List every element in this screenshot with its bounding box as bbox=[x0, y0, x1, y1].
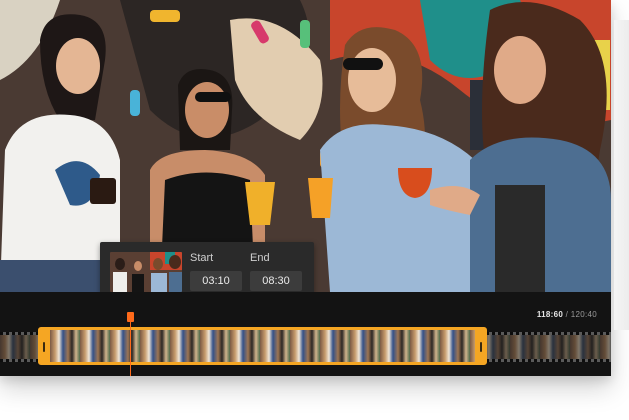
end-label: End bbox=[250, 252, 270, 264]
playhead-line bbox=[130, 321, 131, 376]
video-editor-card: Start 03:10 End 08:30 118:60 / 120:40 bbox=[0, 0, 611, 376]
start-time-field[interactable]: 03:10 bbox=[190, 271, 242, 291]
left-trim-handle[interactable] bbox=[43, 342, 45, 352]
timeline: 118:60 / 120:40 bbox=[0, 292, 611, 376]
end-time-field[interactable]: 08:30 bbox=[250, 271, 302, 291]
start-label: Start bbox=[190, 252, 214, 264]
timecode-readout: 118:60 / 120:40 bbox=[537, 310, 597, 319]
time-separator: / bbox=[563, 310, 571, 319]
current-time: 118:60 bbox=[536, 310, 564, 319]
trim-selection[interactable] bbox=[38, 327, 487, 365]
right-trim-handle[interactable] bbox=[480, 342, 482, 352]
adjacent-panel-edge bbox=[614, 20, 629, 330]
clip-thumbnail bbox=[110, 252, 182, 292]
total-time: 120:40 bbox=[570, 310, 597, 319]
